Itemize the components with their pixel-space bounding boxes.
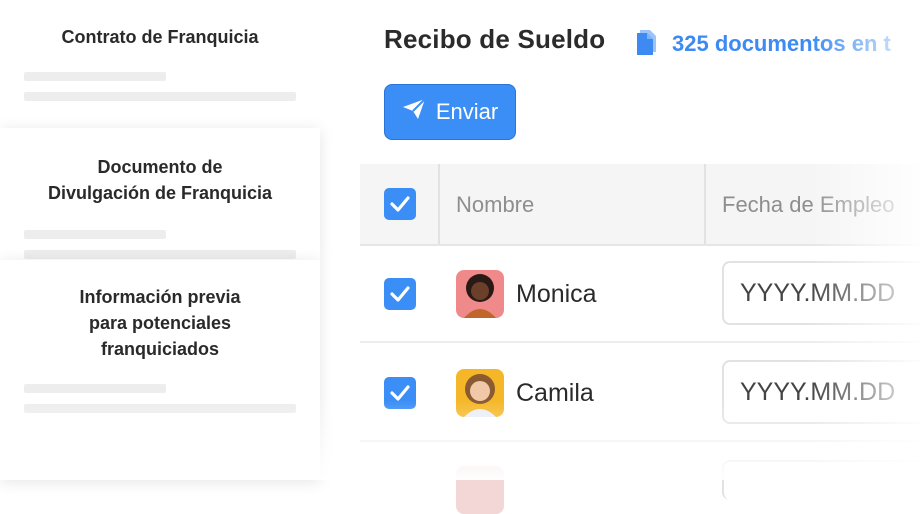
placeholder-line — [24, 384, 166, 393]
document-title: Documento de Divulgación de Franquicia — [47, 157, 273, 203]
column-header-employment-date[interactable]: Fecha de Empleo — [722, 192, 894, 218]
table-header: Nombre Fecha de Empleo — [360, 164, 920, 246]
placeholder-line — [24, 250, 296, 259]
employment-date-input[interactable]: YYYY.MM.DD — [722, 261, 920, 325]
placeholder-line — [24, 92, 296, 101]
document-stack-icon — [634, 26, 662, 62]
select-all-checkbox[interactable] — [384, 188, 416, 220]
row-divider — [360, 341, 920, 343]
document-title: Contrato de Franquicia — [61, 27, 259, 47]
page-title: Recibo de Sueldo — [384, 24, 606, 54]
document-card-2[interactable]: Documento de Divulgación de Franquicia — [0, 128, 320, 260]
row-checkbox[interactable] — [384, 278, 416, 310]
row-checkbox[interactable] — [384, 377, 416, 409]
employee-name: Camila — [516, 379, 594, 407]
documents-count: 325 documentos en t — [634, 26, 891, 62]
documents-count-text: 325 documentos en t — [672, 31, 891, 56]
column-divider — [704, 164, 706, 244]
column-divider — [438, 164, 440, 244]
send-button[interactable]: Enviar — [384, 84, 516, 140]
send-button-label: Enviar — [435, 99, 499, 124]
employment-date-input[interactable]: YYYY.MM.DD — [722, 360, 920, 424]
avatar — [456, 270, 504, 318]
employee-name: Monica — [516, 280, 597, 308]
document-title: Información previa para potenciales fran… — [79, 287, 241, 359]
row-divider — [360, 440, 920, 442]
employment-date-input-partial[interactable] — [722, 460, 920, 500]
placeholder-line — [24, 404, 296, 413]
paper-plane-icon — [402, 98, 426, 126]
document-card-1[interactable]: Contrato de Franquicia — [0, 0, 320, 128]
avatar — [456, 369, 504, 417]
placeholder-line — [24, 230, 166, 239]
avatar — [456, 466, 504, 514]
document-card-3[interactable]: Información previa para potenciales fran… — [0, 260, 320, 480]
placeholder-line — [24, 72, 166, 81]
column-header-name[interactable]: Nombre — [456, 192, 534, 218]
